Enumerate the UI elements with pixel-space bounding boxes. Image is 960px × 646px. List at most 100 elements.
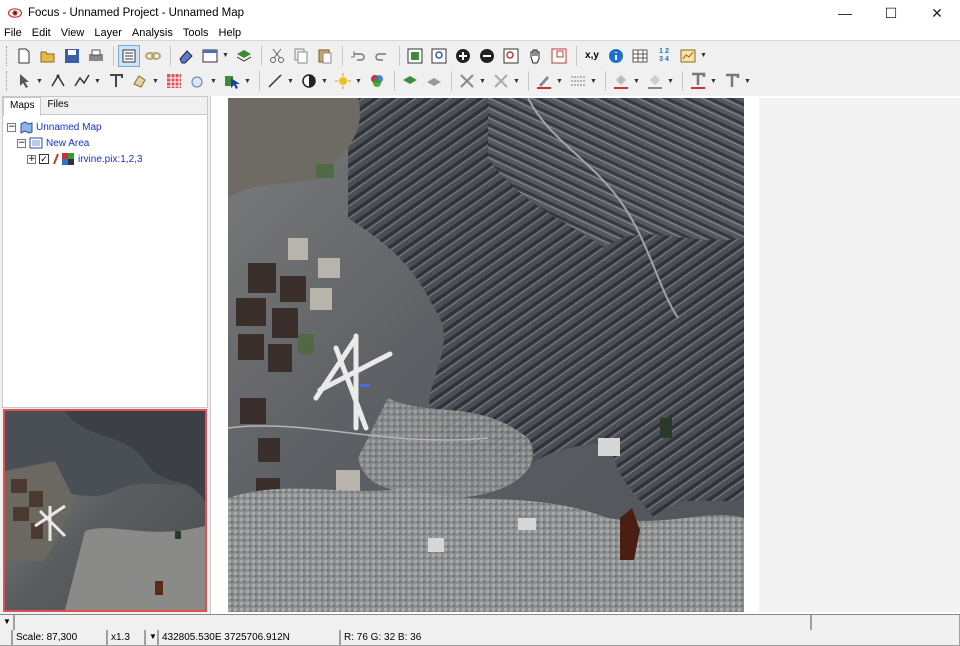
menu-view[interactable]: View — [57, 27, 89, 39]
polyline-button[interactable] — [71, 70, 93, 92]
toolbar-grip[interactable] — [6, 71, 9, 91]
pick-button[interactable] — [221, 70, 243, 92]
edit-shape-button[interactable] — [129, 70, 151, 92]
chart-button[interactable] — [677, 45, 699, 67]
select-dropdown[interactable]: ▼ — [35, 70, 44, 92]
tree-label-map: Unnamed Map — [36, 121, 102, 133]
line-pattern-button[interactable] — [567, 70, 589, 92]
menu-tools[interactable]: Tools — [179, 27, 213, 39]
fill-pattern-icon — [648, 75, 662, 89]
text-button[interactable] — [105, 70, 127, 92]
polyline-dropdown[interactable]: ▼ — [93, 70, 102, 92]
font-dropdown[interactable]: ▼ — [743, 70, 752, 92]
copy-button[interactable] — [290, 45, 312, 67]
tool-a-button[interactable] — [456, 70, 478, 92]
zoom-in-button[interactable] — [452, 45, 474, 67]
info-button[interactable] — [605, 45, 627, 67]
overview-button[interactable] — [548, 45, 570, 67]
collapse-icon[interactable]: − — [17, 138, 26, 148]
line-style-button[interactable] — [264, 70, 286, 92]
menu-layer[interactable]: Layer — [90, 27, 126, 39]
numbers-button[interactable]: 1 2 3 4 — [653, 45, 675, 67]
grid-button[interactable] — [163, 70, 185, 92]
contrast-dropdown[interactable]: ▼ — [320, 70, 329, 92]
pan-button[interactable] — [524, 45, 546, 67]
eraser-button[interactable] — [175, 45, 197, 67]
redo-button[interactable] — [371, 45, 393, 67]
zoom-window-button[interactable] — [428, 45, 450, 67]
zoom-extent-button[interactable] — [404, 45, 426, 67]
font-button[interactable] — [721, 70, 743, 92]
save-button[interactable] — [61, 45, 83, 67]
satellite-image[interactable] — [228, 98, 744, 612]
maximize-button[interactable]: ☐ — [868, 0, 914, 26]
new-button[interactable] — [13, 45, 35, 67]
zoom-out-button[interactable] — [476, 45, 498, 67]
close-button[interactable]: ✕ — [914, 0, 960, 26]
select-button[interactable] — [13, 70, 35, 92]
layer-visible-checkbox[interactable]: ✓ — [39, 154, 49, 164]
status-dropdown-icon[interactable]: ▼ — [0, 615, 14, 631]
contrast-button[interactable] — [298, 70, 320, 92]
open-button[interactable] — [37, 45, 59, 67]
menu-edit[interactable]: Edit — [28, 27, 55, 39]
rgb-button[interactable] — [366, 70, 388, 92]
save-icon — [65, 48, 79, 63]
cut-button[interactable] — [266, 45, 288, 67]
minimize-button[interactable]: — — [822, 0, 868, 26]
tool-b-dropdown[interactable]: ▼ — [512, 70, 521, 92]
menu-help[interactable]: Help — [215, 27, 246, 39]
window-button[interactable] — [199, 45, 221, 67]
pen-dropdown[interactable]: ▼ — [555, 70, 564, 92]
font-color-dropdown[interactable]: ▼ — [709, 70, 718, 92]
pen-button[interactable] — [533, 70, 555, 92]
text-color-icon — [691, 72, 706, 89]
line-pattern-dropdown[interactable]: ▼ — [589, 70, 598, 92]
fill-pattern-button[interactable] — [644, 70, 666, 92]
paste-button[interactable] — [314, 45, 336, 67]
brightness-dropdown[interactable]: ▼ — [354, 70, 363, 92]
coords-dropdown-icon[interactable]: ▼ — [145, 630, 158, 646]
table-button[interactable] — [629, 45, 651, 67]
tool-b-button[interactable] — [490, 70, 512, 92]
brightness-button[interactable] — [332, 70, 354, 92]
layer-up-button[interactable] — [399, 70, 421, 92]
fill-button[interactable] — [610, 70, 632, 92]
shape-dropdown[interactable]: ▼ — [209, 70, 218, 92]
map-canvas[interactable] — [210, 96, 960, 614]
chart-dropdown[interactable]: ▼ — [699, 45, 708, 67]
tab-files[interactable]: Files — [41, 97, 74, 115]
fill-dropdown[interactable]: ▼ — [632, 70, 641, 92]
font-color-button[interactable] — [687, 70, 709, 92]
tree-item-layer[interactable]: + ✓ irvine.pix:1,2,3 — [27, 151, 142, 167]
pick-dropdown[interactable]: ▼ — [243, 70, 252, 92]
text-t-icon — [110, 74, 123, 87]
print-button[interactable] — [85, 45, 107, 67]
collapse-icon[interactable]: − — [7, 122, 16, 132]
tab-maps[interactable]: Maps — [3, 97, 42, 116]
paste-icon — [318, 49, 332, 63]
separator — [576, 45, 577, 66]
window-dropdown[interactable]: ▼ — [221, 45, 230, 67]
tree-item-area[interactable]: − New Area — [17, 135, 142, 151]
edit-shape-dropdown[interactable]: ▼ — [151, 70, 160, 92]
link-button[interactable] — [142, 45, 164, 67]
overview-map[interactable] — [3, 409, 207, 612]
menu-file[interactable]: File — [0, 27, 26, 39]
fill-pattern-dropdown[interactable]: ▼ — [666, 70, 675, 92]
toolbar-grip[interactable] — [6, 45, 9, 66]
tool-a-dropdown[interactable]: ▼ — [478, 70, 487, 92]
vertex-button[interactable] — [47, 70, 69, 92]
tree-item-map[interactable]: − Unnamed Map — [7, 119, 142, 135]
line-dropdown[interactable]: ▼ — [286, 70, 295, 92]
undo-button[interactable] — [347, 45, 369, 67]
properties-button[interactable] — [118, 44, 140, 67]
zoom-layer-button[interactable] — [500, 45, 522, 67]
expand-icon[interactable]: + — [27, 154, 36, 164]
menu-analysis[interactable]: Analysis — [128, 27, 177, 39]
coordinate-button[interactable]: x,y — [581, 45, 603, 67]
layers-button[interactable] — [233, 45, 255, 67]
undo-icon — [351, 50, 365, 61]
shape-button[interactable] — [187, 70, 209, 92]
layer-down-button[interactable] — [423, 70, 445, 92]
